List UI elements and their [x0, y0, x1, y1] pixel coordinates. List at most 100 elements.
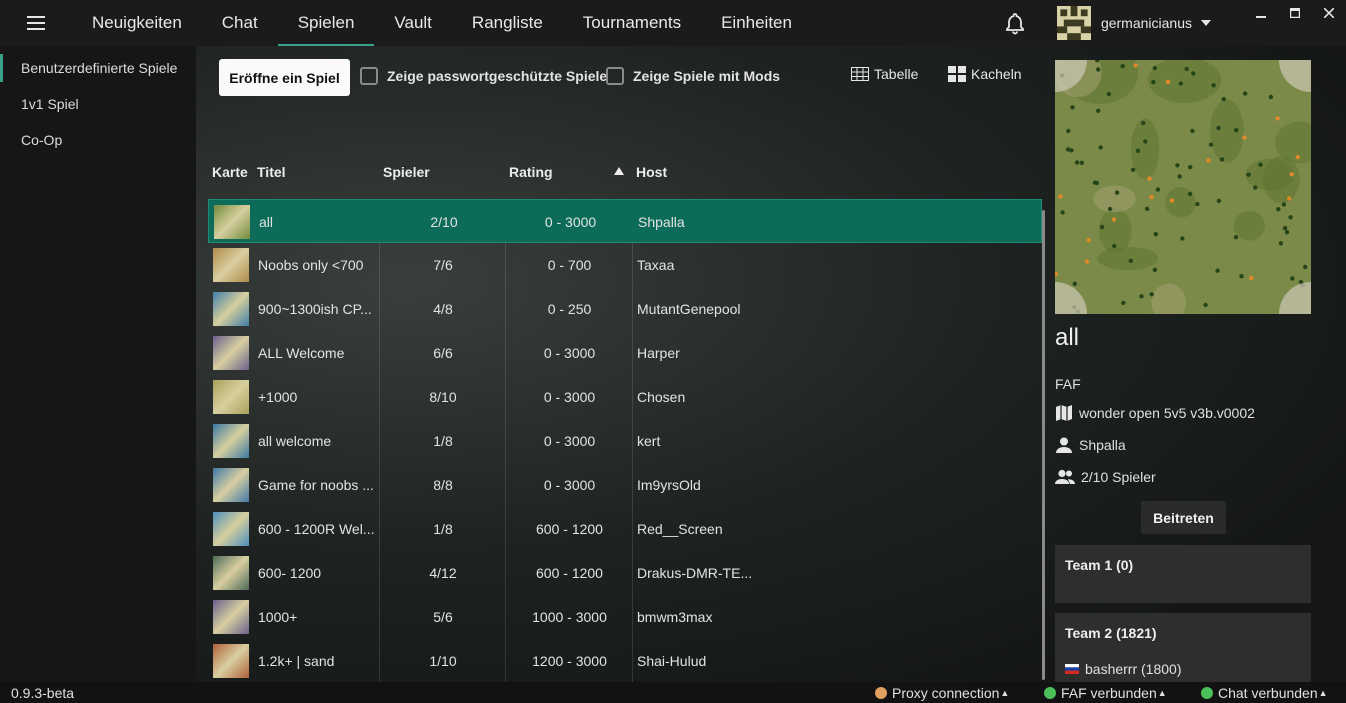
map-thumbnail [213, 512, 249, 546]
cell-title: 1000+ [258, 609, 298, 625]
sidebar-item-custom-games[interactable]: Benutzerdefinierte Spiele [0, 50, 196, 86]
scrollbar[interactable] [1042, 210, 1045, 680]
person-icon [1056, 437, 1072, 453]
tab-chat[interactable]: Chat [202, 0, 278, 46]
column-header-map[interactable]: Karte [212, 164, 248, 180]
caret-up-icon: ▲ [1157, 688, 1167, 698]
show-password-games-checkbox[interactable]: Zeige passwortgeschützte Spiele [360, 67, 607, 85]
cell-title: ALL Welcome [258, 345, 345, 361]
table-row[interactable]: ALL Welcome 6/6 0 - 3000 Harper [208, 331, 1042, 375]
map-thumbnail [213, 248, 249, 282]
tab-neuigkeiten[interactable]: Neuigkeiten [72, 0, 202, 46]
map-thumbnail [213, 468, 249, 502]
cell-rating: 0 - 3000 [543, 389, 596, 405]
games-table: all 2/10 0 - 3000 Shpalla Noobs only <700 7/6… [208, 199, 1044, 683]
table-row[interactable]: +1000 8/10 0 - 3000 Chosen [208, 375, 1042, 419]
table-row[interactable]: 1.2k+ | sand 1/10 1200 - 3000 Shai-Hulud [208, 639, 1042, 683]
tab-tournaments[interactable]: Tournaments [563, 0, 701, 46]
host-name: Shpalla [1079, 437, 1126, 453]
map-name: wonder open 5v5 v3b.v0002 [1079, 405, 1255, 421]
tab-vault[interactable]: Vault [374, 0, 452, 46]
maximize-button[interactable] [1278, 0, 1312, 26]
russia-flag-icon [1065, 664, 1079, 674]
cell-players: 7/6 [433, 257, 453, 273]
cell-host: kert [637, 433, 661, 449]
cell-rating: 0 - 3000 [543, 345, 596, 361]
menu-icon[interactable] [0, 0, 72, 46]
table-row[interactable]: 600- 1200 4/12 600 - 1200 Drakus-DMR-TE... [208, 551, 1042, 595]
faf-status[interactable]: FAF verbunden ▲ [1044, 685, 1167, 701]
team-box: Team 2 (1821) basherrr (1800) [1055, 613, 1311, 682]
player-name: basherrr (1800) [1085, 661, 1182, 677]
table-row[interactable]: 1000+ 5/6 1000 - 3000 bmwm3max [208, 595, 1042, 639]
table-row[interactable]: Game for noobs ... 8/8 0 - 3000 Im9yrsOld [208, 463, 1042, 507]
table-view-button[interactable]: Tabelle [851, 66, 918, 82]
tab-rangliste[interactable]: Rangliste [452, 0, 563, 46]
avatar[interactable] [1056, 6, 1091, 40]
cell-title: 600 - 1200R Wel... [258, 521, 375, 537]
cell-title: Noobs only <700 [258, 257, 364, 273]
cell-title: 600- 1200 [258, 565, 322, 581]
cell-host: Drakus-DMR-TE... [637, 565, 753, 581]
notification-bell-icon[interactable] [1003, 11, 1027, 35]
table-row[interactable]: 600 - 1200R Wel... 1/8 600 - 1200 Red__Scre… [208, 507, 1042, 551]
username-label[interactable]: germanicianus [1101, 15, 1192, 31]
sidebar-item-coop[interactable]: Co-Op [0, 122, 196, 158]
cell-rating: 0 - 3000 [544, 214, 597, 230]
top-navigation-bar: Neuigkeiten Chat Spielen Vault Rangliste… [0, 0, 1346, 46]
team-box: Team 1 (0) [1055, 545, 1311, 603]
featured-mod: FAF [1055, 376, 1081, 392]
show-mod-games-checkbox[interactable]: Zeige Spiele mit Mods [606, 67, 780, 85]
checkbox-box[interactable] [606, 67, 624, 85]
cell-host: Red__Screen [637, 521, 723, 537]
chat-status[interactable]: Chat verbunden ▲ [1201, 685, 1328, 701]
create-game-button[interactable]: Eröffne ein Spiel [219, 59, 350, 96]
close-button[interactable] [1312, 0, 1346, 26]
table-row[interactable]: all welcome 1/8 0 - 3000 kert [208, 419, 1042, 463]
chevron-down-icon[interactable] [1200, 18, 1212, 28]
table-row[interactable]: Noobs only <700 7/6 0 - 700 Taxaa [208, 243, 1042, 287]
status-dot-icon [1044, 687, 1056, 699]
proxy-status[interactable]: Proxy connection ▲ [875, 685, 1009, 701]
cell-players: 8/8 [433, 477, 453, 493]
tiles-view-button[interactable]: Kacheln [948, 66, 1022, 82]
column-header-host[interactable]: Host [636, 164, 667, 180]
tab-spielen[interactable]: Spielen [277, 0, 375, 46]
map-thumbnail [213, 556, 249, 590]
host-row: Shpalla [1055, 437, 1126, 453]
version-label: 0.9.3-beta [11, 685, 75, 701]
map-thumbnail [213, 380, 249, 414]
caret-up-icon: ▲ [1000, 688, 1010, 698]
checkbox-box[interactable] [360, 67, 378, 85]
group-icon [1055, 469, 1075, 484]
player-entry[interactable]: basherrr (1800) [1065, 661, 1182, 677]
cell-title: all [259, 214, 274, 230]
table-row[interactable]: all 2/10 0 - 3000 Shpalla [208, 199, 1042, 243]
cell-host: MutantGenepool [637, 301, 741, 317]
join-button[interactable]: Beitreten [1141, 501, 1226, 534]
map-thumbnail [213, 600, 249, 634]
cell-players: 6/6 [433, 345, 453, 361]
cell-players: 5/6 [433, 609, 453, 625]
cell-title: all welcome [258, 433, 332, 449]
players-count: 2/10 Spieler [1081, 469, 1156, 485]
cell-title: 900~1300ish CP... [258, 301, 372, 317]
cell-rating: 0 - 250 [547, 301, 592, 317]
table-row[interactable]: 900~1300ish CP... 4/8 0 - 250 MutantGenepoo… [208, 287, 1042, 331]
cell-host: Harper [637, 345, 680, 361]
faf-label: FAF verbunden [1061, 685, 1157, 701]
column-header-title[interactable]: Titel [257, 164, 286, 180]
minimize-button[interactable] [1244, 0, 1278, 26]
column-header-players[interactable]: Spieler [383, 164, 430, 180]
cell-host: Shai-Hulud [637, 653, 707, 669]
cell-players: 4/8 [433, 301, 453, 317]
map-thumbnail [213, 424, 249, 458]
checkbox-label: Zeige Spiele mit Mods [633, 68, 781, 84]
column-header-rating[interactable]: Rating [509, 164, 553, 180]
cell-players: 4/12 [429, 565, 457, 581]
sidebar: Benutzerdefinierte Spiele 1v1 Spiel Co-O… [0, 46, 196, 682]
tab-einheiten[interactable]: Einheiten [701, 0, 812, 46]
checkbox-label: Zeige passwortgeschützte Spiele [387, 68, 608, 84]
table-header: Karte Titel Spieler Rating Host [210, 164, 1044, 182]
sidebar-item-1v1[interactable]: 1v1 Spiel [0, 86, 196, 122]
